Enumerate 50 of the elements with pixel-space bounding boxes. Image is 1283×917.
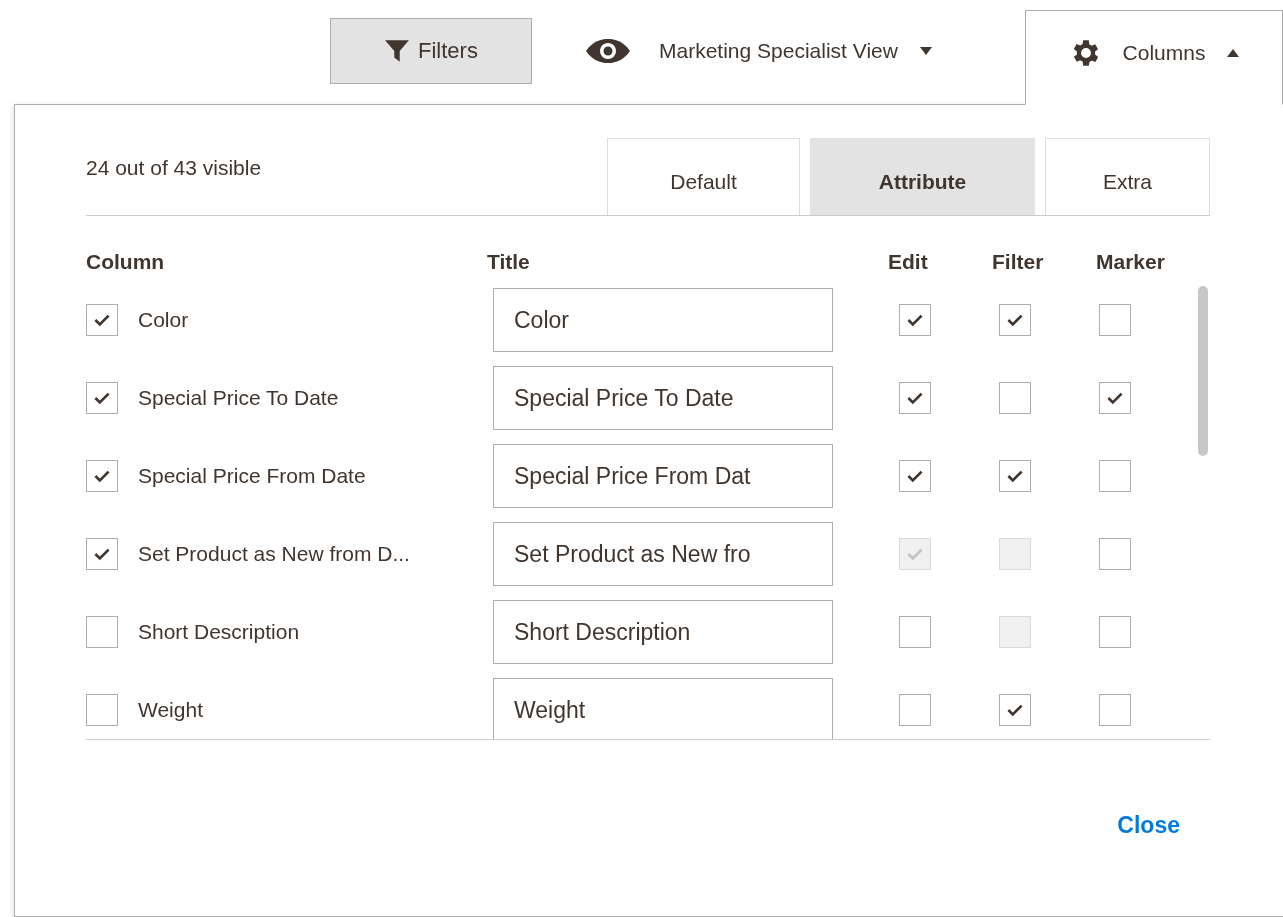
visible-count: 24 out of 43 visible: [86, 156, 263, 181]
checkbox[interactable]: [86, 304, 118, 336]
tab[interactable]: Default: [607, 138, 800, 215]
checkbox[interactable]: [1099, 382, 1131, 414]
column-name: Special Price From Date: [138, 464, 366, 488]
view-switcher[interactable]: Marketing Specialist View: [585, 18, 1025, 84]
checkbox[interactable]: [86, 694, 118, 726]
checkbox[interactable]: [999, 694, 1031, 726]
title-input[interactable]: Color: [493, 288, 833, 352]
title-input[interactable]: Special Price From Dat: [493, 444, 833, 508]
column-name: Color: [138, 308, 189, 332]
checkbox[interactable]: [1099, 694, 1131, 726]
checkbox[interactable]: [899, 616, 931, 648]
checkbox[interactable]: [86, 538, 118, 570]
checkbox[interactable]: [1099, 616, 1131, 648]
column-header: Filter: [992, 250, 1045, 275]
checkbox[interactable]: [899, 460, 931, 492]
tab[interactable]: Attribute: [810, 138, 1035, 215]
checkbox[interactable]: [999, 460, 1031, 492]
checkbox[interactable]: [86, 382, 118, 414]
checkbox[interactable]: [999, 382, 1031, 414]
checkbox[interactable]: [999, 304, 1031, 336]
column-name: Set Product as New from D...: [138, 542, 410, 566]
column-name: Short Description: [138, 620, 300, 644]
scrollbar-thumb[interactable]: [1198, 286, 1208, 456]
column-header: Column: [86, 250, 166, 275]
column-name: Special Price To Date: [138, 386, 339, 410]
column-header: Edit: [888, 250, 929, 275]
title-input[interactable]: Weight: [493, 678, 833, 739]
tab[interactable]: Extra: [1045, 138, 1210, 215]
close-link[interactable]: Close: [1117, 812, 1180, 839]
filters-button[interactable]: Filters: [330, 18, 532, 84]
checkbox[interactable]: [899, 382, 931, 414]
column-name: Weight: [138, 698, 203, 722]
columns-button[interactable]: Columns: [1025, 10, 1283, 105]
checkbox[interactable]: [1099, 460, 1131, 492]
eye-icon: [585, 38, 631, 64]
checkbox[interactable]: [899, 304, 931, 336]
checkbox[interactable]: [1099, 538, 1131, 570]
checkbox[interactable]: [86, 460, 118, 492]
caret-icon: [1227, 48, 1240, 57]
column-header: Title: [487, 250, 531, 275]
filter-icon: [384, 38, 411, 64]
title-input[interactable]: Special Price To Date: [493, 366, 833, 430]
checkbox[interactable]: [1099, 304, 1131, 336]
column-header: Marker: [1096, 250, 1166, 275]
checkbox[interactable]: [899, 694, 931, 726]
title-input[interactable]: Set Product as New fro: [493, 522, 833, 586]
checkbox[interactable]: [86, 616, 118, 648]
title-input[interactable]: Short Description: [493, 600, 833, 664]
